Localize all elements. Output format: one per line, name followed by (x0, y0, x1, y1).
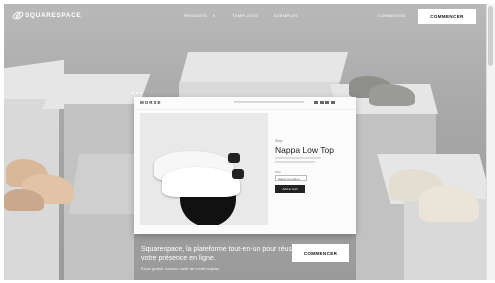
carousel-indicator (132, 92, 142, 94)
hero-headline: Squarespace, la plateforme tout-en-un po… (141, 246, 300, 262)
pedestal-block (179, 52, 349, 82)
product-image (140, 113, 268, 225)
nav-link-products[interactable]: PRODUITS ∨ (184, 13, 216, 18)
browser-viewport: SQUARESPACE PRODUITS ∨ TEMPLATES EXEMPLE… (4, 4, 486, 280)
preview-header: MORSE (134, 97, 356, 110)
preview-cart-icons (314, 101, 335, 104)
top-navigation: SQUARESPACE PRODUITS ∨ TEMPLATES EXEMPLE… (4, 4, 486, 28)
nav-link-label: PRODUITS (184, 13, 208, 18)
size-label: Size (275, 170, 281, 174)
logo-text: SQUARESPACE (25, 11, 82, 19)
squarespace-logo-icon (11, 10, 25, 21)
product-description (275, 161, 315, 163)
product-title: Nappa Low Top (275, 145, 334, 155)
template-preview[interactable]: MORSE Shop Nappa Low Top Size Select an … (134, 97, 356, 234)
get-started-button[interactable]: COMMENCER (418, 9, 476, 24)
hero-get-started-button[interactable]: COMMENCER (292, 244, 349, 262)
nav-link-templates[interactable]: TEMPLATES (232, 13, 258, 18)
squarespace-logo[interactable]: SQUARESPACE (11, 10, 82, 21)
preview-brand: MORSE (140, 100, 162, 105)
chevron-down-icon: ∨ (212, 13, 216, 18)
nav-link-examples[interactable]: EXEMPLES (274, 13, 298, 18)
product-category: Shop (275, 139, 283, 143)
login-link[interactable]: CONNEXION (378, 13, 405, 18)
product-description (275, 157, 321, 159)
add-to-cart-button[interactable]: Add to Cart (275, 185, 305, 193)
hero-subline: Essai gratuit. Aucune carte de crédit re… (141, 266, 221, 271)
scrollbar-thumb[interactable] (488, 6, 493, 66)
preview-nav-links (234, 101, 304, 103)
size-select[interactable]: Select an option (275, 175, 307, 181)
